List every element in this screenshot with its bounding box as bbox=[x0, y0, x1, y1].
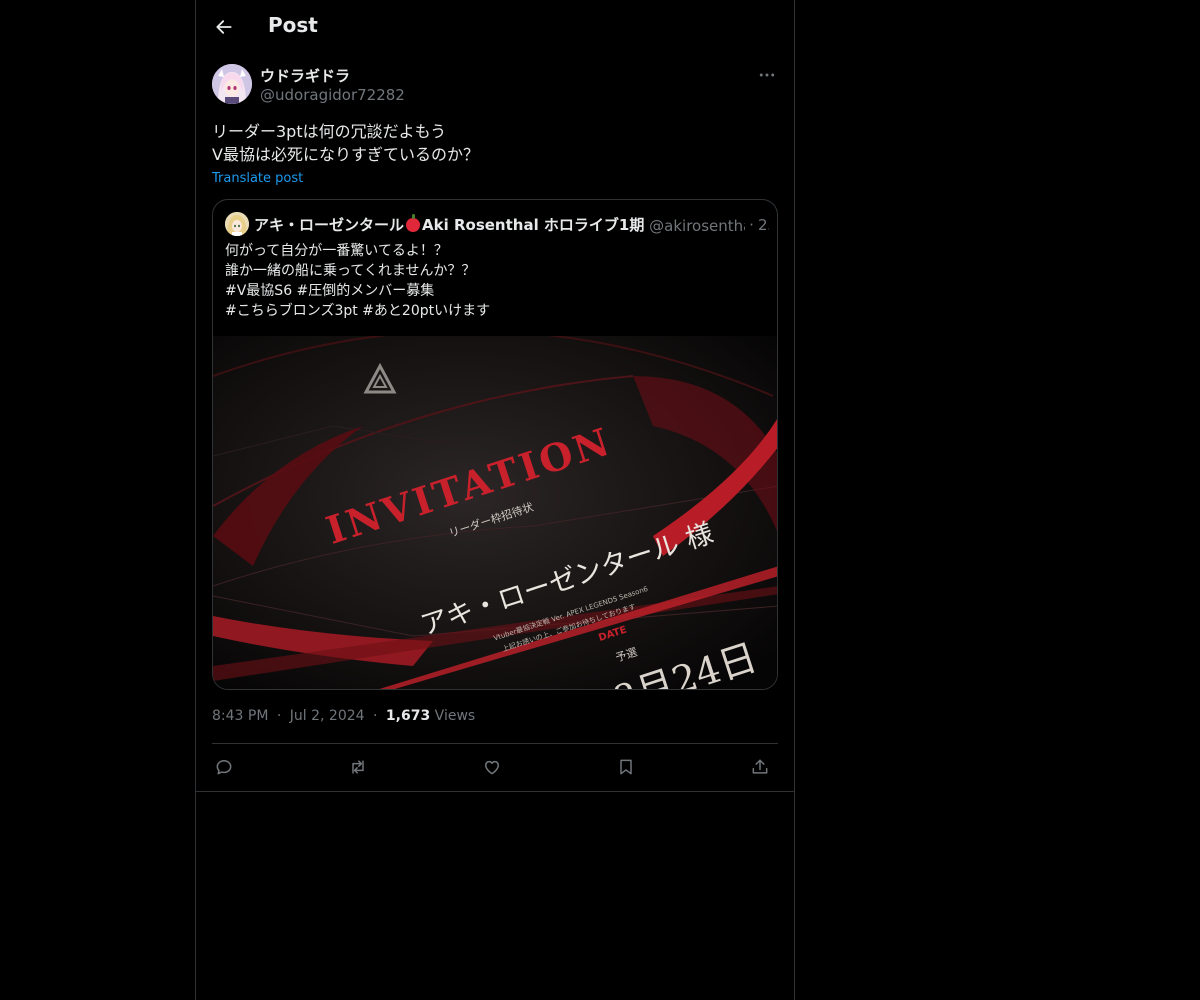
translate-post-link[interactable]: Translate post bbox=[212, 171, 303, 186]
post-text: リーダー3ptは何の冗談だよもう V最協は必死になりすぎているのか？ bbox=[212, 120, 778, 166]
separator-dot: · bbox=[749, 216, 754, 234]
quoted-text-line[interactable]: #こちらブロンズ3pt #あと20ptいけます bbox=[225, 301, 765, 321]
quoted-author-row: アキ・ローゼンタール Aki Rosenthal ホロライブ1期 @akirose… bbox=[254, 214, 769, 236]
bookmark-button[interactable] bbox=[614, 755, 638, 779]
quoted-author-name[interactable]: アキ・ローゼンタール bbox=[254, 216, 404, 234]
like-button[interactable] bbox=[480, 755, 504, 779]
divider bbox=[212, 743, 778, 744]
author-avatar[interactable] bbox=[212, 64, 252, 104]
views-label: Views bbox=[434, 708, 476, 724]
heart-icon bbox=[485, 760, 499, 775]
quoted-post-text: 何がって自分が一番驚いてるよ！？ 誰か一緒の船に乗ってくれませんか？？ #V最協… bbox=[225, 241, 765, 321]
author-display-name[interactable]: ウドラギドラ bbox=[260, 65, 350, 86]
apple-emoji-icon bbox=[406, 214, 421, 232]
back-button[interactable] bbox=[208, 11, 240, 43]
quoted-author-handle[interactable]: @akirosenthal bbox=[649, 217, 745, 235]
divider bbox=[196, 791, 794, 792]
post-column: Post ウドラギドラ @udoragidor72282 リーダー3ptは何の冗… bbox=[195, 0, 795, 1000]
post-text-line: V最協は必死になりすぎているのか？ bbox=[212, 145, 479, 164]
repost-icon bbox=[352, 760, 364, 774]
separator-dot: · bbox=[373, 708, 378, 724]
share-button[interactable] bbox=[748, 755, 772, 779]
post-time[interactable]: 8:43 PM bbox=[212, 708, 268, 724]
quoted-post-time[interactable]: 23h bbox=[758, 216, 769, 234]
post-meta: 8:43 PM · Jul 2, 2024 · 1,673 Views bbox=[212, 708, 475, 724]
more-options-button[interactable] bbox=[756, 64, 778, 86]
quoted-text-line: 誰か一緒の船に乗ってくれませんか？？ bbox=[225, 263, 476, 279]
quoted-avatar-image bbox=[225, 212, 249, 236]
quoted-post-image[interactable]: INVITATION リーダー枠招待状 アキ・ローゼンタール 様 Vtuber最… bbox=[213, 336, 777, 689]
reply-button[interactable] bbox=[212, 755, 236, 779]
views-count: 1,673 bbox=[385, 708, 431, 724]
quoted-text-line[interactable]: #V最協S6 #圧倒的メンバー募集 bbox=[225, 281, 765, 301]
repost-button[interactable] bbox=[346, 755, 370, 779]
bookmark-icon bbox=[620, 759, 632, 775]
quoted-author-avatar[interactable] bbox=[225, 212, 249, 236]
page-title: Post bbox=[268, 13, 318, 37]
quoted-author-name-suffix[interactable]: Aki Rosenthal ホロライブ1期 bbox=[422, 216, 644, 234]
post-date[interactable]: Jul 2, 2024 bbox=[290, 708, 365, 724]
post-actions-bar bbox=[212, 755, 778, 779]
quoted-text-line: 何がって自分が一番驚いてるよ！？ bbox=[225, 243, 448, 259]
avatar-image bbox=[212, 64, 252, 104]
share-icon bbox=[752, 759, 768, 774]
invitation-card-image: INVITATION リーダー枠招待状 アキ・ローゼンタール 様 Vtuber最… bbox=[213, 336, 777, 689]
quoted-post-card[interactable]: アキ・ローゼンタール Aki Rosenthal ホロライブ1期 @akirose… bbox=[212, 199, 778, 690]
author-handle[interactable]: @udoragidor72282 bbox=[260, 86, 405, 104]
more-horizontal-icon bbox=[759, 73, 775, 77]
separator-dot: · bbox=[276, 708, 282, 724]
post-header: Post bbox=[196, 0, 794, 54]
reply-icon bbox=[216, 760, 232, 775]
arrow-left-icon bbox=[216, 20, 232, 34]
post-text-line: リーダー3ptは何の冗談だよもう bbox=[212, 122, 447, 141]
